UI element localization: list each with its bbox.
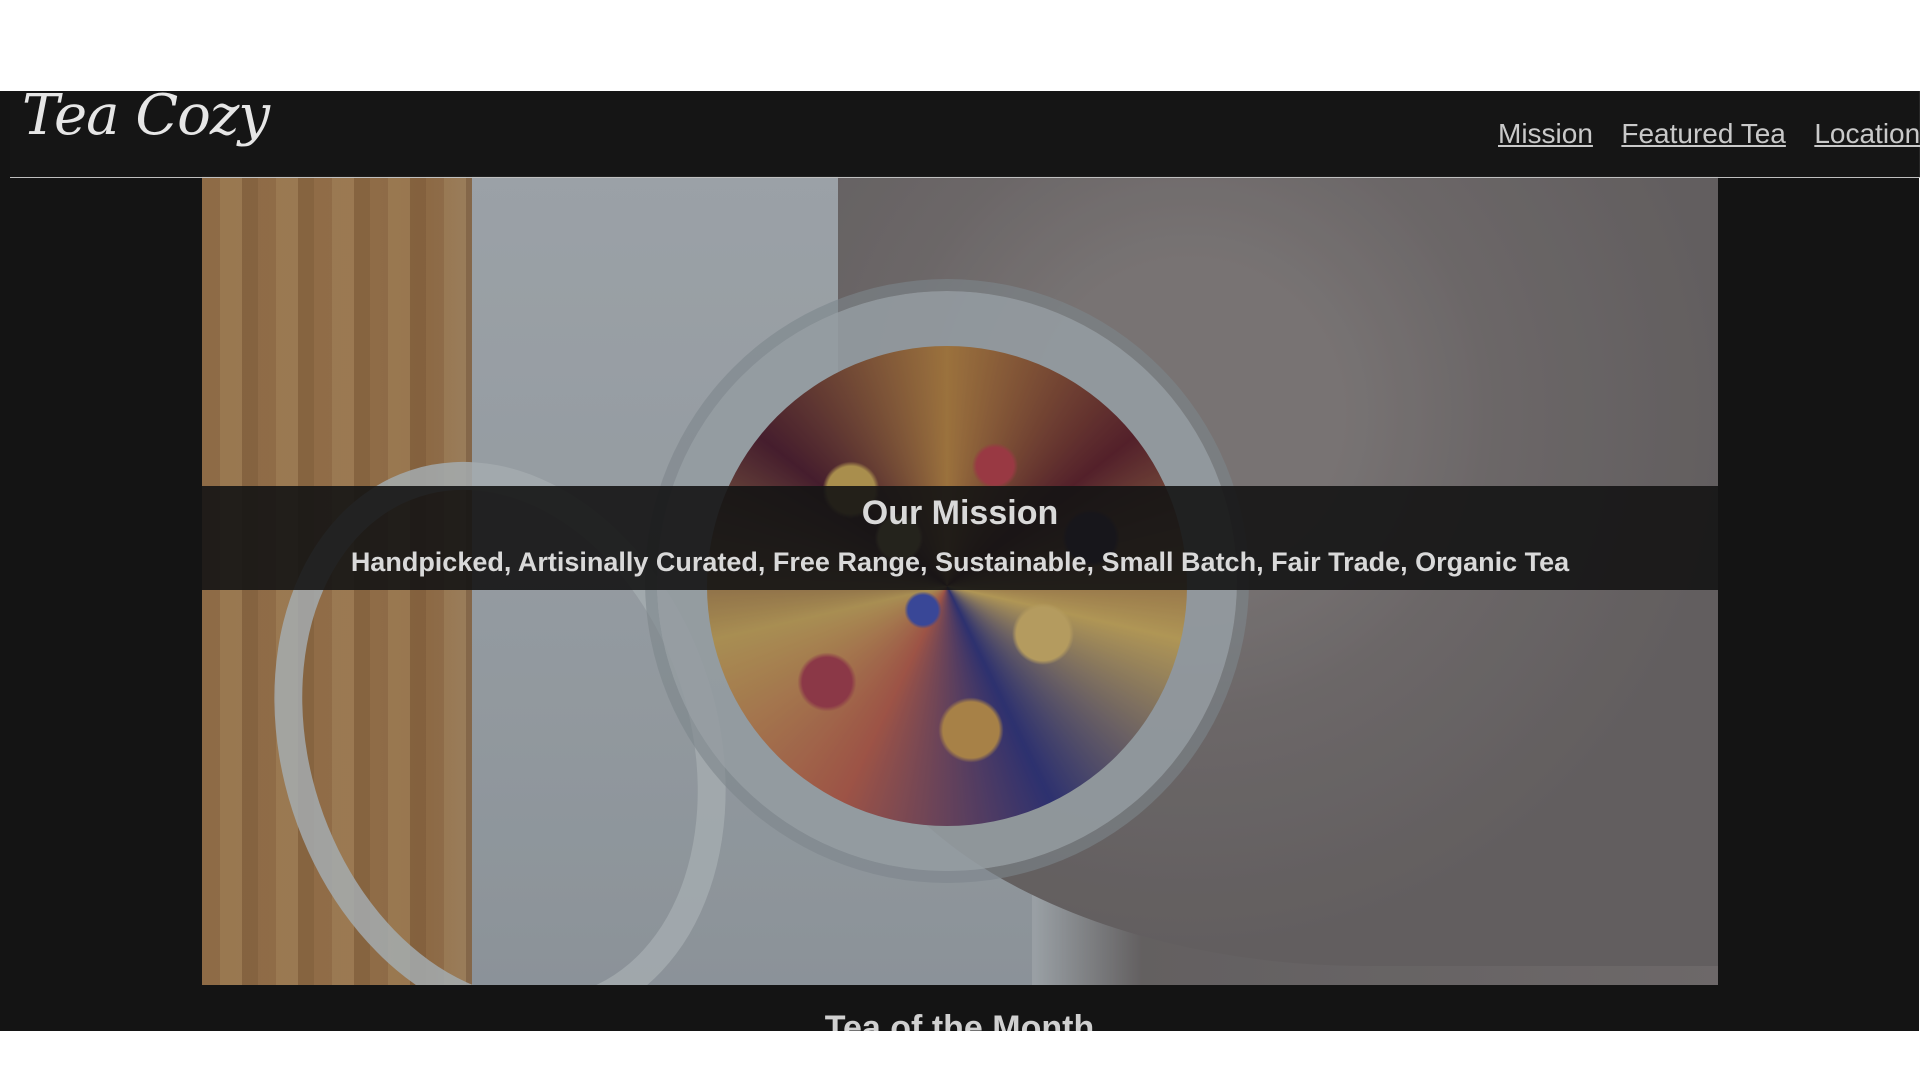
mission-title: Our Mission xyxy=(861,494,1059,532)
tea-of-the-month-heading: Tea of the Month xyxy=(824,1009,1095,1031)
main-nav: Mission Featured Tea Locations xyxy=(1498,118,1920,150)
hero-image: Our Mission Handpicked, Artisinally Cura… xyxy=(202,176,1718,985)
mission-text: Handpicked, Artisinally Curated, Free Ra… xyxy=(350,547,1570,577)
logo[interactable]: Tea Cozy xyxy=(22,83,270,148)
nav-link-mission[interactable]: Mission xyxy=(1498,118,1593,149)
nav-link-locations[interactable]: Locations xyxy=(1814,118,1920,149)
mission-banner: Our Mission Handpicked, Artisinally Cura… xyxy=(202,486,1718,590)
page-background: Our Mission Handpicked, Artisinally Cura… xyxy=(0,91,1919,1031)
nav-link-featured-tea[interactable]: Featured Tea xyxy=(1621,118,1786,149)
site-header: Tea Cozy Mission Featured Tea Locations xyxy=(10,83,1920,178)
